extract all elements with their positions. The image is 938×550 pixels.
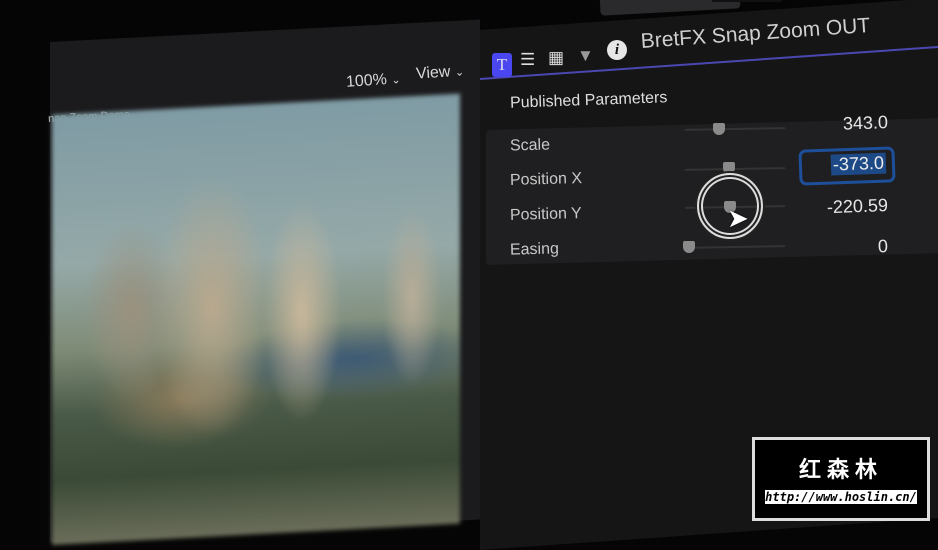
param-label: Scale — [509, 136, 551, 155]
position-y-value[interactable]: -220.59 — [778, 195, 889, 220]
zoom-value: 100% — [345, 71, 388, 91]
view-label: View — [415, 63, 451, 83]
text-inspector-tab[interactable]: ☰ — [520, 50, 535, 70]
info-icon: i — [614, 42, 620, 58]
param-label: Easing — [509, 240, 560, 259]
cursor-icon: ➤ — [727, 203, 749, 233]
chevron-down-icon: ⌄ — [454, 66, 465, 79]
zoom-menu[interactable]: 100% ⌄ — [345, 70, 401, 92]
position-x-value[interactable]: -373.0 — [830, 152, 887, 176]
watermark-url: http://www.hoslin.cn/ — [765, 490, 917, 504]
chevron-down-icon: ⌄ — [390, 74, 402, 87]
video-inspector-tab[interactable]: ▦ — [548, 48, 564, 68]
easing-value[interactable]: 0 — [778, 236, 889, 261]
title-icon: T — [496, 55, 508, 74]
param-label: Position X — [509, 170, 583, 189]
view-menu[interactable]: View ⌄ — [415, 62, 464, 83]
video-preview — [52, 93, 460, 546]
slider-knob[interactable] — [683, 241, 695, 253]
toolbar-segment — [712, 0, 782, 2]
title-inspector-tab[interactable]: T — [492, 53, 512, 77]
scale-value[interactable]: 343.0 — [778, 112, 889, 137]
generator-icon: ▼ — [577, 46, 594, 65]
video-icon: ▦ — [548, 48, 565, 67]
generator-inspector-tab[interactable]: ▼ — [577, 46, 594, 66]
param-label: Position Y — [509, 205, 582, 224]
position-x-field[interactable]: -373.0 — [798, 146, 896, 186]
slider-knob[interactable] — [713, 123, 725, 135]
text-icon: ☰ — [520, 50, 536, 69]
watermark-name: 红森林 — [798, 457, 883, 482]
watermark: 红森林 http://www.hoslin.cn/ — [752, 437, 930, 521]
info-inspector-tab[interactable]: i — [607, 40, 627, 60]
